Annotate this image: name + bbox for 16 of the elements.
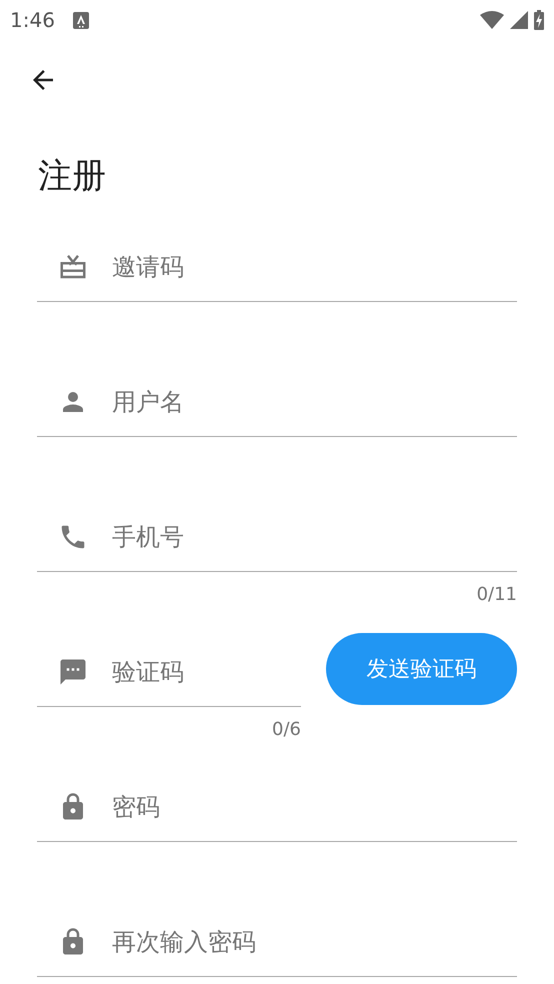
signal-icon <box>510 11 528 29</box>
keyboard-notification-icon <box>72 12 89 28</box>
character-counter: 0/6 <box>272 719 301 740</box>
input-field[interactable]: 用户名 <box>112 388 517 416</box>
send-code-button[interactable]: 发送验证码 <box>326 633 517 705</box>
character-counter: 0/11 <box>476 584 517 605</box>
input-field[interactable]: 再次输入密码 <box>112 928 517 956</box>
page-title: 注册 <box>37 155 107 198</box>
input-field[interactable]: 手机号 <box>112 522 517 550</box>
input-field[interactable]: 邀请码 <box>112 252 517 280</box>
battery-icon <box>534 10 544 30</box>
status-time: 1:46 <box>10 8 55 32</box>
wifi-icon <box>480 11 504 29</box>
input-field[interactable]: 密码 <box>112 792 517 820</box>
message-icon <box>58 656 88 686</box>
input-field[interactable]: 验证码 <box>112 658 301 686</box>
